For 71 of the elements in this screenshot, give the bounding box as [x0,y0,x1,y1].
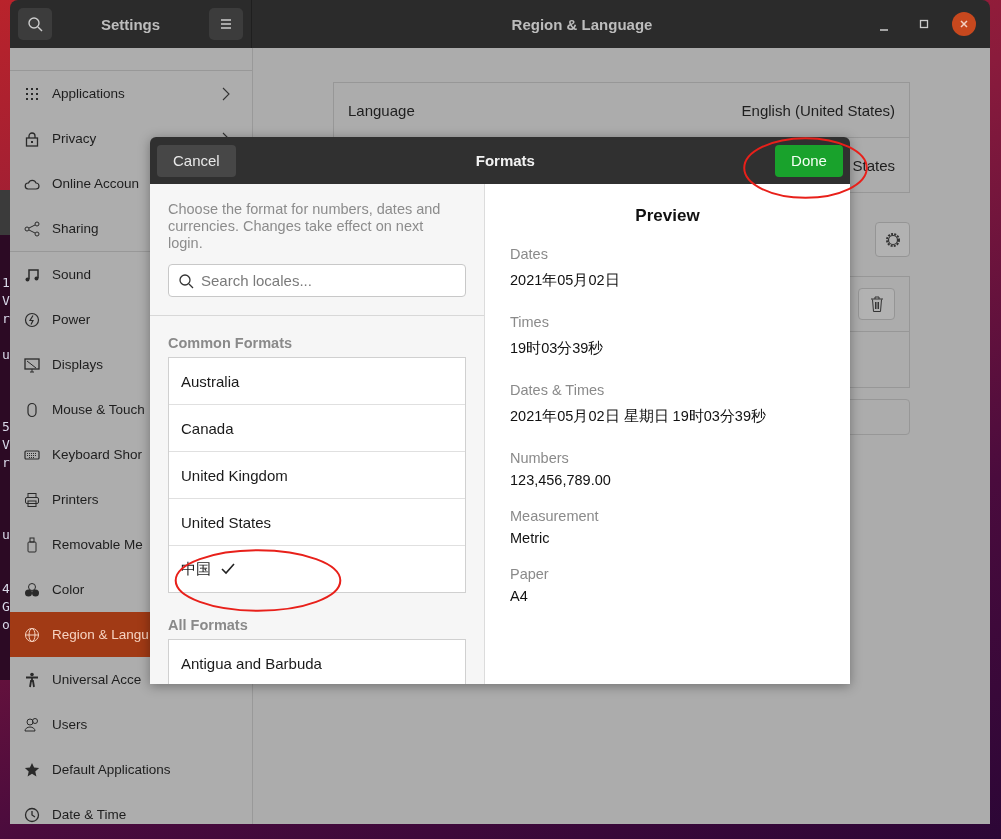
terminal-text: o [1,616,10,634]
terminal-text: u [1,526,10,544]
search-icon [27,16,43,32]
person-icon [24,671,40,688]
preview-value: A4 [510,587,529,606]
sidebar-item[interactable]: Users [10,702,252,747]
app-title: Settings [100,15,161,33]
sidebar-item[interactable]: Default Applications [10,747,252,792]
music-note-icon [24,266,40,283]
preview-value: 19时03分39秒 [510,339,605,358]
clock-icon [24,806,40,823]
preview-value: Metric [510,529,551,548]
printer-icon [24,491,40,508]
row-label: Language [348,101,415,119]
search-field[interactable]: Search locales... [168,264,466,297]
star-icon [24,761,40,778]
display-icon [24,356,40,373]
mouse-icon [24,401,40,418]
window-title: Region & Language [510,15,654,33]
users-icon [24,716,40,733]
menu-button[interactable] [209,8,243,40]
terminal-text: r [1,454,10,472]
usb-drive-icon [24,536,40,553]
locale-item[interactable]: Australia [169,358,465,404]
section-heading: All Formats [168,617,249,633]
terminal-titlebar [0,190,10,235]
preview-value: 2021年05月02日 [510,271,621,290]
minimize-icon [879,29,889,31]
terminal-text: 1 [1,274,10,292]
sidebar-item[interactable]: Applications [10,71,252,116]
maximize-icon [919,19,929,29]
grid-icon [24,85,40,102]
terminal-text: V [1,436,10,454]
preview-value: 2021年05月02日 星期日 19时03分39秒 [510,407,767,426]
terminal-text: 5 [1,418,10,436]
share-icon [24,220,40,237]
lock-icon [24,130,40,147]
section-heading: Common Formats [168,335,294,351]
close-icon [959,19,969,29]
preview-title: Preview [634,206,701,226]
locale-item[interactable]: United Kingdom [169,451,465,498]
dialog-title: Formats [474,152,536,169]
terminal-text: u [1,346,10,364]
terminal-text: V [1,292,10,310]
color-circles-icon [24,581,40,598]
check-icon [221,562,235,576]
power-icon [24,311,40,328]
preview-label: Measurement [510,507,600,526]
terminal-text: 4 [1,580,10,598]
sidebar-item[interactable]: Date & Time [10,792,252,824]
cancel-button[interactable]: Cancel [157,144,236,177]
terminal-text: r [1,310,10,328]
preview-value: 123,456,789.00 [510,471,612,490]
gear-icon [883,230,902,249]
close-button[interactable] [952,12,976,36]
search-button[interactable] [18,8,52,40]
preview-label: Dates [510,245,549,264]
preview-label: Numbers [510,449,570,468]
preview-label: Paper [510,565,550,584]
menu-icon [219,18,233,30]
locale-item[interactable]: United States [169,498,465,545]
terminal-text: G [1,598,10,616]
locale-item[interactable]: Canada [169,404,465,451]
trash-icon [869,296,884,312]
preview-label: Dates & Times [510,381,606,400]
locale-item[interactable]: Antigua and Barbuda [169,640,465,684]
settings-button[interactable] [875,222,910,257]
row-value: English (United States) [741,101,895,119]
globe-icon [24,626,40,643]
preview-label: Times [510,313,550,332]
delete-button[interactable] [858,288,895,320]
